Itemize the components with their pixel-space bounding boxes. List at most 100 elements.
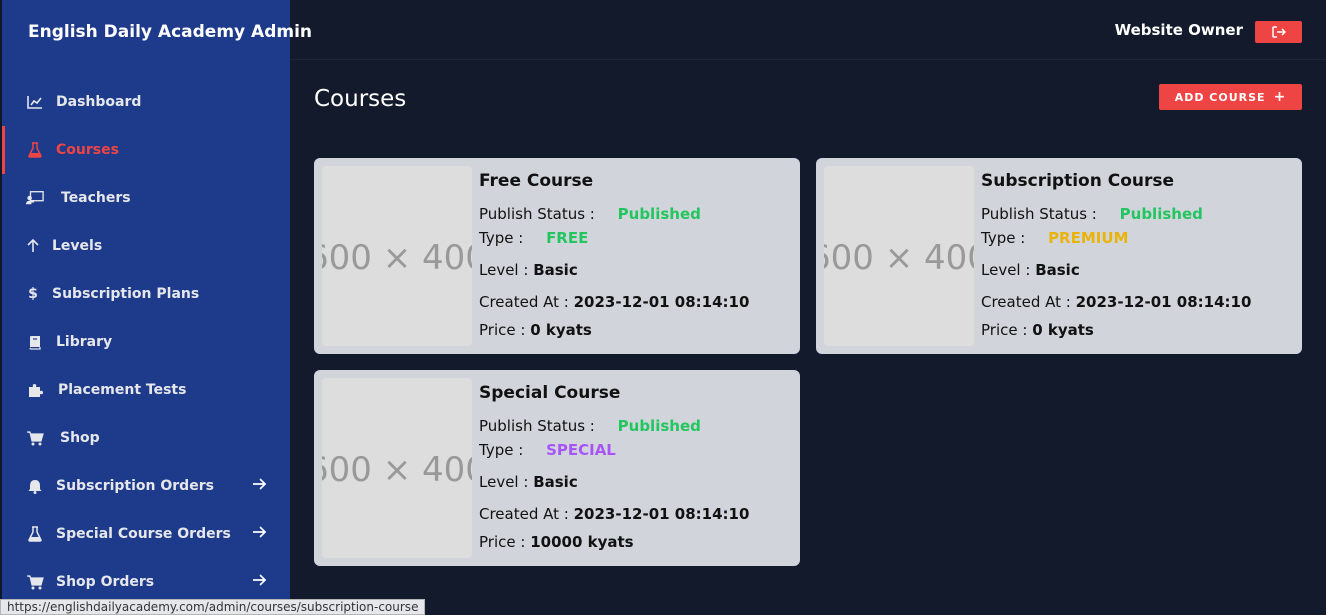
browser-status-url: https://englishdailyacademy.com/admin/co… xyxy=(0,599,426,615)
bell-icon xyxy=(26,477,44,495)
add-course-button[interactable]: ADD COURSE + xyxy=(1159,84,1302,110)
sidebar-item-subscription-plans[interactable]: $ Subscription Plans xyxy=(2,270,292,318)
price-value: 10000 kyats xyxy=(530,533,634,551)
price-label: Price : xyxy=(479,321,526,339)
course-thumbnail: 600 × 400 xyxy=(322,378,472,558)
book-icon xyxy=(26,333,44,351)
price-row: Price : 0 kyats xyxy=(981,321,1094,339)
sidebar-item-placement-tests[interactable]: Placement Tests xyxy=(2,366,292,414)
sidebar-item-library[interactable]: Library xyxy=(2,318,292,366)
arrow-up-icon xyxy=(26,237,40,255)
flask-icon xyxy=(26,525,44,543)
add-course-label: ADD COURSE xyxy=(1174,90,1266,104)
sidebar-item-levels[interactable]: Levels xyxy=(2,222,292,270)
sidebar-item-label: Shop xyxy=(60,430,100,446)
sidebar-item-label: Subscription Orders xyxy=(56,478,214,494)
sidebar-item-shop[interactable]: Shop xyxy=(2,414,292,462)
created-at-row: Created At : 2023-12-01 08:14:10 xyxy=(479,505,749,523)
sidebar-item-special-course-orders[interactable]: Special Course Orders xyxy=(2,510,292,558)
sidebar-item-label: Special Course Orders xyxy=(56,526,231,542)
sidebar-item-label: Courses xyxy=(56,142,119,158)
course-thumbnail: 600 × 400 xyxy=(322,166,472,346)
price-label: Price : xyxy=(479,533,526,551)
course-card-free[interactable]: 600 × 400 Free Course Publish Status : P… xyxy=(314,158,800,354)
sidebar: English Daily Academy Admin Dashboard Co… xyxy=(0,0,312,615)
cart-icon xyxy=(26,573,44,591)
price-value: 0 kyats xyxy=(1032,321,1094,339)
type-row: Type : FREE xyxy=(479,229,588,247)
created-at-value: 2023-12-01 08:14:10 xyxy=(573,505,750,523)
course-thumbnail: 600 × 400 xyxy=(824,166,974,346)
page-title: Courses xyxy=(314,86,407,112)
user-name[interactable]: Website Owner xyxy=(1115,21,1243,39)
level-label: Level : xyxy=(479,473,529,491)
thumbnail-placeholder-text: 600 × 400 xyxy=(322,450,472,490)
created-at-row: Created At : 2023-12-01 08:14:10 xyxy=(981,293,1251,311)
level-value: Basic xyxy=(1035,261,1080,279)
publish-status-row: Publish Status : Published xyxy=(479,205,701,223)
flask-icon xyxy=(26,141,44,159)
thumbnail-placeholder-text: 600 × 400 xyxy=(322,238,472,278)
sidebar-item-label: Teachers xyxy=(61,190,131,206)
level-row: Level : Basic xyxy=(981,261,1080,279)
type-value: SPECIAL xyxy=(546,441,616,459)
level-label: Level : xyxy=(479,261,529,279)
price-row: Price : 0 kyats xyxy=(479,321,592,339)
price-row: Price : 10000 kyats xyxy=(479,533,634,551)
publish-status-row: Publish Status : Published xyxy=(981,205,1203,223)
type-label: Type : xyxy=(981,229,1026,247)
course-card-special[interactable]: 600 × 400 Special Course Publish Status … xyxy=(314,370,800,566)
sidebar-item-label: Library xyxy=(56,334,113,350)
plus-icon: + xyxy=(1273,89,1287,105)
logout-button[interactable] xyxy=(1255,21,1302,43)
sidebar-item-label: Levels xyxy=(52,238,103,254)
created-at-label: Created At : xyxy=(479,505,569,523)
sidebar-item-subscription-orders[interactable]: Subscription Orders xyxy=(2,462,292,510)
sidebar-item-dashboard[interactable]: Dashboard xyxy=(2,78,292,126)
level-label: Level : xyxy=(981,261,1031,279)
arrow-right-icon xyxy=(252,573,270,591)
admin-app: English Daily Academy Admin Dashboard Co… xyxy=(0,0,1326,615)
created-at-label: Created At : xyxy=(981,293,1071,311)
level-value: Basic xyxy=(533,473,578,491)
sign-out-icon xyxy=(1271,23,1286,42)
price-value: 0 kyats xyxy=(530,321,592,339)
level-row: Level : Basic xyxy=(479,473,578,491)
level-row: Level : Basic xyxy=(479,261,578,279)
type-value: FREE xyxy=(546,229,589,247)
course-title: Free Course xyxy=(479,171,594,191)
app-title[interactable]: English Daily Academy Admin xyxy=(28,22,312,42)
arrow-right-icon xyxy=(252,525,270,543)
sidebar-item-label: Dashboard xyxy=(56,94,142,110)
top-bar: Website Owner xyxy=(290,0,1326,60)
dollar-icon: $ xyxy=(28,286,38,302)
sidebar-item-courses[interactable]: Courses xyxy=(2,126,292,174)
publish-status-row: Publish Status : Published xyxy=(479,417,701,435)
created-at-row: Created At : 2023-12-01 08:14:10 xyxy=(479,293,749,311)
sidebar-nav: Dashboard Courses Teachers Levels $ Subs… xyxy=(2,78,292,606)
cart-icon xyxy=(26,429,44,447)
sidebar-item-label: Shop Orders xyxy=(56,574,155,590)
price-label: Price : xyxy=(981,321,1028,339)
course-title: Subscription Course xyxy=(981,171,1175,191)
created-at-value: 2023-12-01 08:14:10 xyxy=(573,293,750,311)
publish-status-value: Published xyxy=(617,205,701,223)
level-value: Basic xyxy=(533,261,578,279)
publish-status-value: Published xyxy=(617,417,701,435)
type-value: PREMIUM xyxy=(1048,229,1129,247)
sidebar-item-label: Subscription Plans xyxy=(52,286,200,302)
type-label: Type : xyxy=(479,229,524,247)
type-label: Type : xyxy=(479,441,524,459)
course-card-subscription[interactable]: 600 × 400 Subscription Course Publish St… xyxy=(816,158,1302,354)
chalkboard-teacher-icon xyxy=(26,189,44,207)
type-row: Type : PREMIUM xyxy=(981,229,1128,247)
created-at-label: Created At : xyxy=(479,293,569,311)
thumbnail-placeholder-text: 600 × 400 xyxy=(824,238,974,278)
sidebar-item-teachers[interactable]: Teachers xyxy=(2,174,292,222)
course-title: Special Course xyxy=(479,383,621,403)
arrow-right-icon xyxy=(252,477,270,495)
publish-status-value: Published xyxy=(1119,205,1203,223)
sidebar-item-label: Placement Tests xyxy=(58,382,187,398)
publish-status-label: Publish Status : xyxy=(479,417,595,435)
created-at-value: 2023-12-01 08:14:10 xyxy=(1075,293,1252,311)
